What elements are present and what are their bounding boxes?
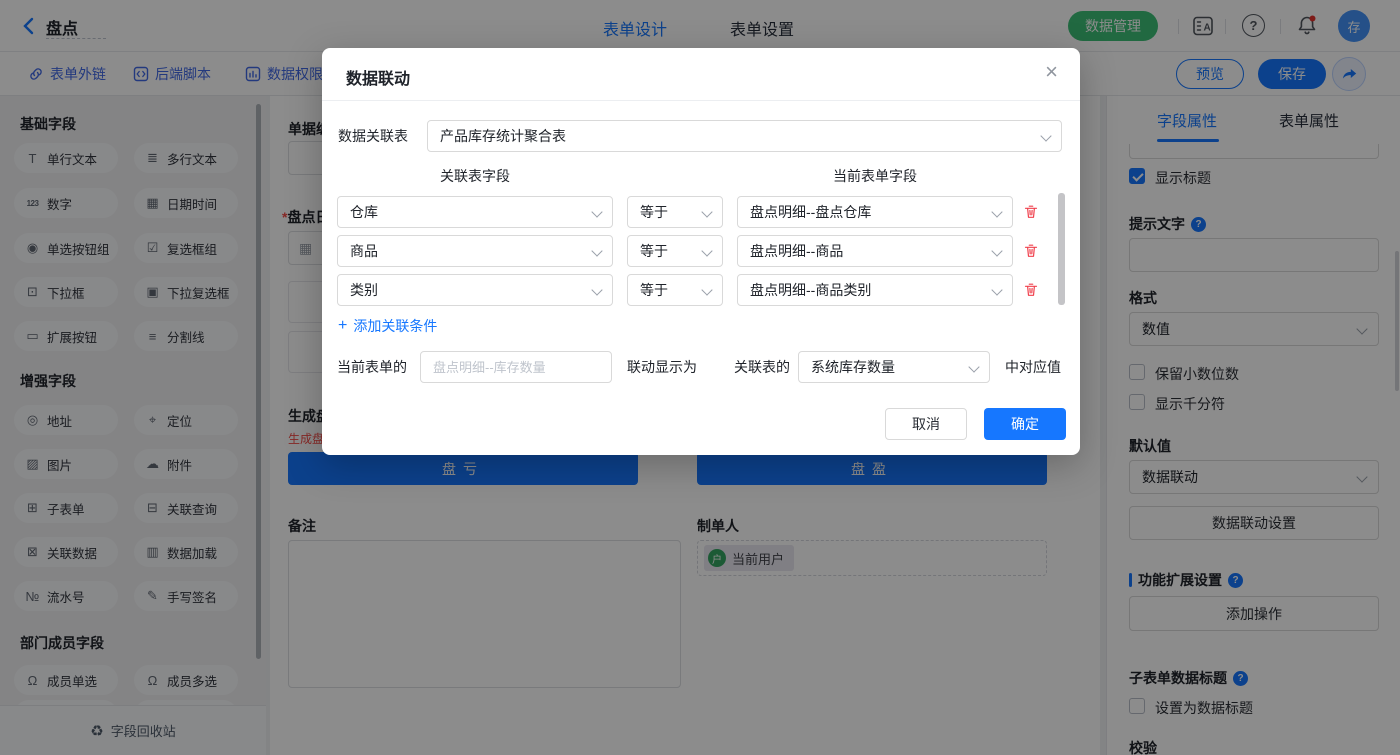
condition-field-value: 仓库 xyxy=(350,202,378,222)
rel-table-label: 数据关联表 xyxy=(338,120,408,152)
chevron-down-icon xyxy=(591,245,602,256)
cancel-button[interactable]: 取消 xyxy=(885,408,967,440)
condition-field-value: 类别 xyxy=(350,280,378,300)
condition-target-select[interactable]: 盘点明细--商品 xyxy=(737,235,1013,267)
condition-field-value: 商品 xyxy=(350,241,378,261)
link-mid-label: 联动显示为 xyxy=(627,351,697,383)
condition-field-select[interactable]: 类别 xyxy=(337,274,613,306)
rel-table-value: 产品库存统计聚合表 xyxy=(440,126,566,146)
condition-operator-value: 等于 xyxy=(640,241,668,261)
link-field-input[interactable] xyxy=(420,351,612,383)
condition-field-select[interactable]: 商品 xyxy=(337,235,613,267)
link-of-label: 关联表的 xyxy=(734,351,790,383)
condition-field-select[interactable]: 仓库 xyxy=(337,196,613,228)
rel-table-select[interactable]: 产品库存统计聚合表 xyxy=(427,120,1062,152)
modal-scrollbar[interactable] xyxy=(1058,193,1065,305)
link-value-select[interactable]: 系统库存数量 xyxy=(798,351,990,383)
condition-operator-select[interactable]: 等于 xyxy=(627,274,723,306)
modal-header-divider xyxy=(322,100,1080,101)
delete-condition-icon[interactable] xyxy=(1023,243,1039,259)
chevron-down-icon xyxy=(991,245,1002,256)
chevron-down-icon xyxy=(1040,130,1051,141)
delete-condition-icon[interactable] xyxy=(1023,282,1039,298)
condition-operator-select[interactable]: 等于 xyxy=(627,235,723,267)
chevron-down-icon xyxy=(968,361,979,372)
condition-target-value: 盘点明细--盘点仓库 xyxy=(750,202,871,222)
confirm-button[interactable]: 确定 xyxy=(984,408,1066,440)
condition-operator-value: 等于 xyxy=(640,280,668,300)
close-icon[interactable]: × xyxy=(1045,61,1058,83)
modal-title: 数据联动 xyxy=(346,65,410,89)
chevron-down-icon xyxy=(701,245,712,256)
column-header-right: 当前表单字段 xyxy=(737,166,1013,186)
chevron-down-icon xyxy=(991,206,1002,217)
condition-operator-select[interactable]: 等于 xyxy=(627,196,723,228)
condition-operator-value: 等于 xyxy=(640,202,668,222)
chevron-down-icon xyxy=(701,284,712,295)
link-value: 系统库存数量 xyxy=(811,357,895,377)
condition-target-select[interactable]: 盘点明细--商品类别 xyxy=(737,274,1013,306)
condition-target-value: 盘点明细--商品类别 xyxy=(750,280,871,300)
column-header-left: 关联表字段 xyxy=(337,166,613,186)
link-prefix-label: 当前表单的 xyxy=(337,351,407,383)
chevron-down-icon xyxy=(701,206,712,217)
chevron-down-icon xyxy=(991,284,1002,295)
chevron-down-icon xyxy=(591,206,602,217)
condition-target-value: 盘点明细--商品 xyxy=(750,241,843,261)
add-condition-link[interactable]: + 添加关联条件 xyxy=(338,316,437,336)
condition-target-select[interactable]: 盘点明细--盘点仓库 xyxy=(737,196,1013,228)
plus-icon: + xyxy=(338,317,347,335)
add-condition-label: 添加关联条件 xyxy=(353,316,437,336)
delete-condition-icon[interactable] xyxy=(1023,204,1039,220)
link-suffix-label: 中对应值 xyxy=(1005,351,1061,383)
chevron-down-icon xyxy=(591,284,602,295)
data-linkage-modal: 数据联动 × 数据关联表 产品库存统计聚合表 关联表字段 当前表单字段 仓库 等… xyxy=(322,48,1080,455)
